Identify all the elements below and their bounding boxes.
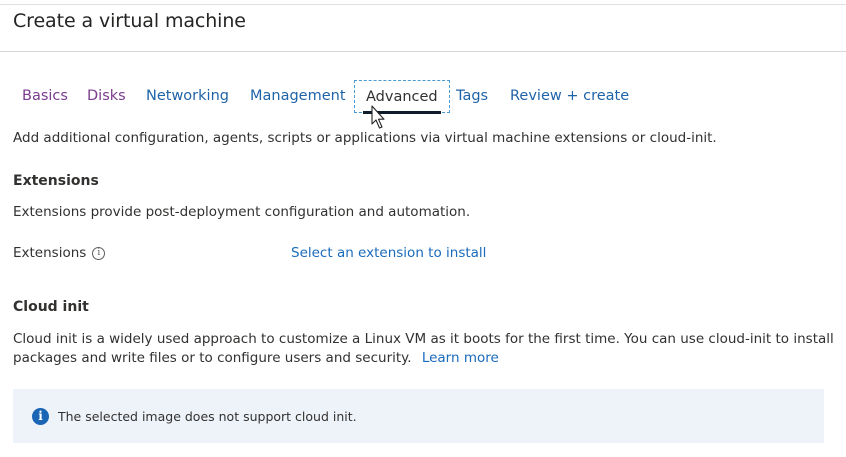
extensions-heading: Extensions xyxy=(13,173,99,189)
info-circle-icon[interactable]: i xyxy=(92,246,106,260)
page-title: Create a virtual machine xyxy=(13,10,246,32)
tab-networking[interactable]: Networking xyxy=(146,80,229,113)
cloud-init-info-banner: i The selected image does not support cl… xyxy=(13,389,824,443)
extensions-description: Extensions provide post-deployment confi… xyxy=(13,204,471,220)
extensions-field-label: Extensions i xyxy=(13,245,106,261)
mouse-pointer-icon xyxy=(371,105,385,129)
cloud-init-description-line1: Cloud init is a widely used approach to … xyxy=(13,331,834,347)
create-vm-page: Create a virtual machine Basics Disks Ne… xyxy=(0,0,846,457)
tab-disks[interactable]: Disks xyxy=(87,80,126,113)
tab-review-create[interactable]: Review + create xyxy=(510,80,629,113)
info-filled-icon: i xyxy=(32,407,49,425)
extensions-label-text: Extensions xyxy=(13,245,87,261)
advanced-description: Add additional configuration, agents, sc… xyxy=(13,130,717,146)
cloud-init-description: Cloud init is a widely used approach to … xyxy=(13,330,834,368)
header-divider xyxy=(0,4,846,5)
tab-basics[interactable]: Basics xyxy=(22,80,68,113)
learn-more-link[interactable]: Learn more xyxy=(422,350,499,366)
cloud-init-description-line2-text: packages and write files or to configure… xyxy=(13,350,412,366)
cloud-init-heading: Cloud init xyxy=(13,299,89,315)
tab-advanced[interactable]: Advanced xyxy=(354,80,450,114)
banner-text: The selected image does not support clou… xyxy=(58,408,357,424)
tab-tags[interactable]: Tags xyxy=(456,80,488,113)
select-extension-link[interactable]: Select an extension to install xyxy=(291,245,486,261)
tab-management[interactable]: Management xyxy=(250,80,346,113)
page-header: Create a virtual machine xyxy=(0,0,846,52)
cloud-init-description-line2: packages and write files or to configure… xyxy=(13,349,834,368)
